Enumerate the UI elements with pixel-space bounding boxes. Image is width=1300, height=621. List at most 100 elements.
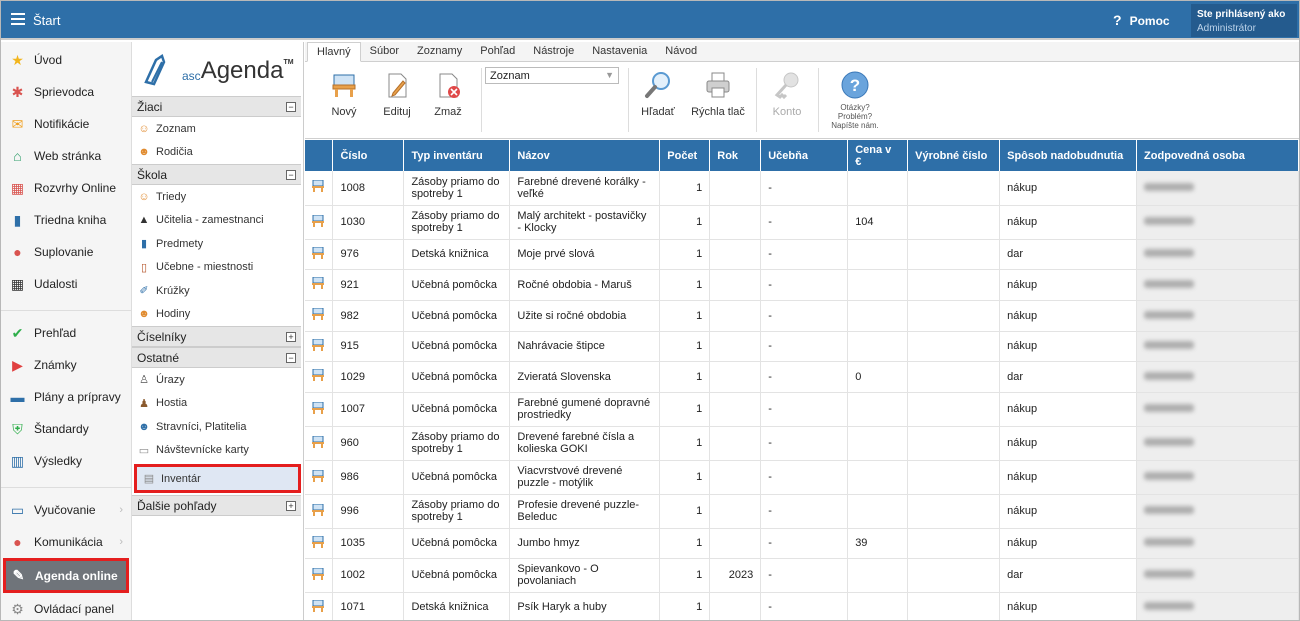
section-ostatne[interactable]: Ostatné − — [132, 347, 301, 368]
agenda-item-stravnici[interactable]: ☻ Stravníci, Platitelia — [132, 415, 303, 439]
expand-icon[interactable]: + — [286, 331, 296, 342]
agenda-item-inventar[interactable]: ▤ Inventár — [134, 464, 301, 493]
col-zodpovedna[interactable]: Zodpovedná osoba — [1136, 140, 1299, 171]
nav-udalosti[interactable]: ▦ Udalosti — [1, 268, 131, 300]
cell-ucebna: - — [760, 171, 849, 206]
col-ucebna[interactable]: Učebňa — [760, 140, 849, 171]
agenda-item-ucebne[interactable]: ▯ Učebne - miestnosti — [132, 256, 303, 280]
col-sposob[interactable]: Spôsob nadobudnutia — [999, 140, 1138, 171]
nav-label: Úvod — [34, 53, 63, 67]
col-rok[interactable]: Rok — [709, 140, 762, 171]
agenda-item-predmety[interactable]: ▮ Predmety — [132, 232, 303, 256]
col-icon — [305, 140, 334, 171]
table-row[interactable]: 986 Učebná pomôcka Viacvrstvové drevené pu… — [305, 460, 1299, 495]
user-box[interactable]: Ste prihlásený ako Administrátor — [1191, 4, 1297, 37]
start-title[interactable]: Štart — [33, 13, 60, 28]
table-row[interactable]: 1008 Zásoby priamo do spotreby 1 Farebné d… — [305, 171, 1299, 206]
collapse-icon[interactable]: − — [286, 169, 296, 180]
help-contact-button[interactable]: ? Otázky? Problém? Napíšte nám. — [827, 62, 883, 139]
cell-ucebna: - — [760, 205, 849, 240]
nav-standardy[interactable]: ⛨ Štandardy — [1, 413, 131, 445]
col-cislo[interactable]: Číslo — [332, 140, 405, 171]
delete-button[interactable]: Zmaž — [431, 62, 465, 139]
people-icon: ● — [13, 534, 22, 550]
account-button[interactable]: Konto — [769, 62, 805, 139]
col-pocet[interactable]: Počet — [659, 140, 711, 171]
agenda-item-triedy[interactable]: ☺ Triedy — [132, 185, 303, 209]
agenda-item-zoznam[interactable]: ☺ Zoznam — [132, 117, 303, 141]
search-button[interactable]: Hľadať — [638, 62, 678, 139]
cell-rok — [709, 460, 762, 495]
nav-agenda-online[interactable]: ✎ Agenda online — [3, 558, 129, 593]
table-row[interactable]: 915 Učebná pomôcka Nahrávacie štipce 1 - náku… — [305, 331, 1299, 362]
table-row[interactable]: 1035 Učebná pomôcka Jumbo hmyz 1 -39 nákup — [305, 528, 1299, 559]
menu-icon[interactable] — [11, 13, 25, 25]
nav-prehlad[interactable]: ✔ Prehľad — [1, 317, 131, 349]
table-row[interactable]: 996 Zásoby priamo do spotreby 1 Profesie d… — [305, 494, 1299, 529]
cell-cislo: 1002 — [332, 558, 405, 593]
table-row[interactable]: 1002 Učebná pomôcka Spievankovo - O povola… — [305, 558, 1299, 593]
nav-triedna-kniha[interactable]: ▮ Triedna kniha — [1, 204, 131, 236]
nav-plany[interactable]: ▬ Plány a prípravy — [1, 381, 131, 413]
section-dalsie-pohlady[interactable]: Ďalšie pohľady + — [132, 495, 301, 516]
agenda-item-ucitelia[interactable]: ▲ Učitelia - zamestnanci — [132, 209, 303, 233]
section-skola[interactable]: Škola − — [132, 164, 301, 185]
tab-pohlad[interactable]: Pohľad — [471, 42, 524, 61]
inventory-row-icon — [312, 214, 324, 227]
table-row[interactable]: 960 Zásoby priamo do spotreby 1 Drevené fa… — [305, 426, 1299, 461]
agenda-item-rodicia[interactable]: ☻ Rodičia — [132, 141, 303, 165]
collapse-icon[interactable]: − — [286, 101, 296, 112]
nav-vyucovanie[interactable]: ▭ Vyučovanie › — [1, 494, 131, 526]
agenda-item-urazy[interactable]: ♙ Úrazy — [132, 368, 303, 392]
tab-nastavenia[interactable]: Nastavenia — [583, 42, 656, 61]
cell-vyrobne — [907, 528, 1001, 559]
item-label: Návštevnícke karty — [156, 444, 249, 457]
quick-print-button[interactable]: Rýchla tlač — [689, 62, 747, 139]
nav-notifikacie[interactable]: ✉ Notifikácie — [1, 108, 131, 140]
question-circle-icon: ? — [840, 70, 870, 100]
col-nazov[interactable]: Názov — [509, 140, 661, 171]
table-row[interactable]: 1029 Učebná pomôcka Zvieratá Slovenska 1 -0 d… — [305, 361, 1299, 393]
row-icon-cell — [305, 558, 334, 593]
nav-ovladaci-panel[interactable]: ⚙ Ovládací panel — [1, 593, 131, 620]
agenda-item-hostia[interactable]: ♟ Hostia — [132, 392, 303, 416]
cell-cislo: 996 — [332, 494, 405, 529]
col-typ[interactable]: Typ inventáru — [403, 140, 511, 171]
collapse-icon[interactable]: − — [286, 352, 296, 363]
table-row[interactable]: 982 Učebná pomôcka Užite si ročné obdobia 1… — [305, 300, 1299, 332]
edit-button[interactable]: Edituj — [379, 62, 415, 139]
new-button[interactable]: Nový — [327, 62, 361, 139]
expand-icon[interactable]: + — [286, 500, 296, 511]
agenda-item-hodiny[interactable]: ☻ Hodiny — [132, 303, 303, 327]
nav-vysledky[interactable]: ▥ Výsledky — [1, 445, 131, 477]
nav-uvod[interactable]: ★ Úvod — [1, 44, 131, 76]
nav-komunikacia[interactable]: ● Komunikácia › — [1, 526, 131, 558]
cell-cena — [847, 592, 909, 620]
tab-subor[interactable]: Súbor — [361, 42, 408, 61]
nav-sprievodca[interactable]: ✱ Sprievodca — [1, 76, 131, 108]
table-row[interactable]: 1030 Zásoby priamo do spotreby 1 Malý arch… — [305, 205, 1299, 240]
section-ziaci[interactable]: Žiaci − — [132, 96, 301, 117]
table-row[interactable]: 976 Detská knižnica Moje prvé slová 1 - dar — [305, 239, 1299, 270]
help-line2: Problém? — [837, 112, 873, 121]
tab-nastroje[interactable]: Nástroje — [524, 42, 583, 61]
nav-label: Plány a prípravy — [34, 390, 121, 404]
table-row[interactable]: 921 Učebná pomôcka Ročné obdobia - Maruš 1 -… — [305, 269, 1299, 301]
col-cena[interactable]: Cena v € — [847, 140, 909, 171]
nav-web-stranka[interactable]: ⌂ Web stránka — [1, 140, 131, 172]
section-ciselniky[interactable]: Číselníky + — [132, 326, 301, 347]
tab-navod[interactable]: Návod — [656, 42, 706, 61]
list-view-dropdown[interactable]: Zoznam ▼ — [485, 67, 619, 84]
tab-zoznamy[interactable]: Zoznamy — [408, 42, 471, 61]
col-vyrobne[interactable]: Výrobné číslo — [907, 140, 1001, 171]
nav-znamky[interactable]: ▶ Známky — [1, 349, 131, 381]
help-button[interactable]: ? Pomoc — [1113, 12, 1170, 28]
nav-suplovanie[interactable]: ● Suplovanie — [1, 236, 131, 268]
tab-hlavny[interactable]: Hlavný — [307, 42, 361, 62]
table-row[interactable]: 1007 Učebná pomôcka Farebné gumené dopravn… — [305, 392, 1299, 427]
nav-rozvrhy[interactable]: ▦ Rozvrhy Online — [1, 172, 131, 204]
cell-nazov: Moje prvé slová — [509, 239, 661, 270]
agenda-item-navstevnicke-karty[interactable]: ▭ Návštevnícke karty — [132, 439, 303, 463]
table-row[interactable]: 1071 Detská knižnica Psík Haryk a huby 1 - ná… — [305, 592, 1299, 620]
agenda-item-kruzky[interactable]: ✐ Krúžky — [132, 279, 303, 303]
